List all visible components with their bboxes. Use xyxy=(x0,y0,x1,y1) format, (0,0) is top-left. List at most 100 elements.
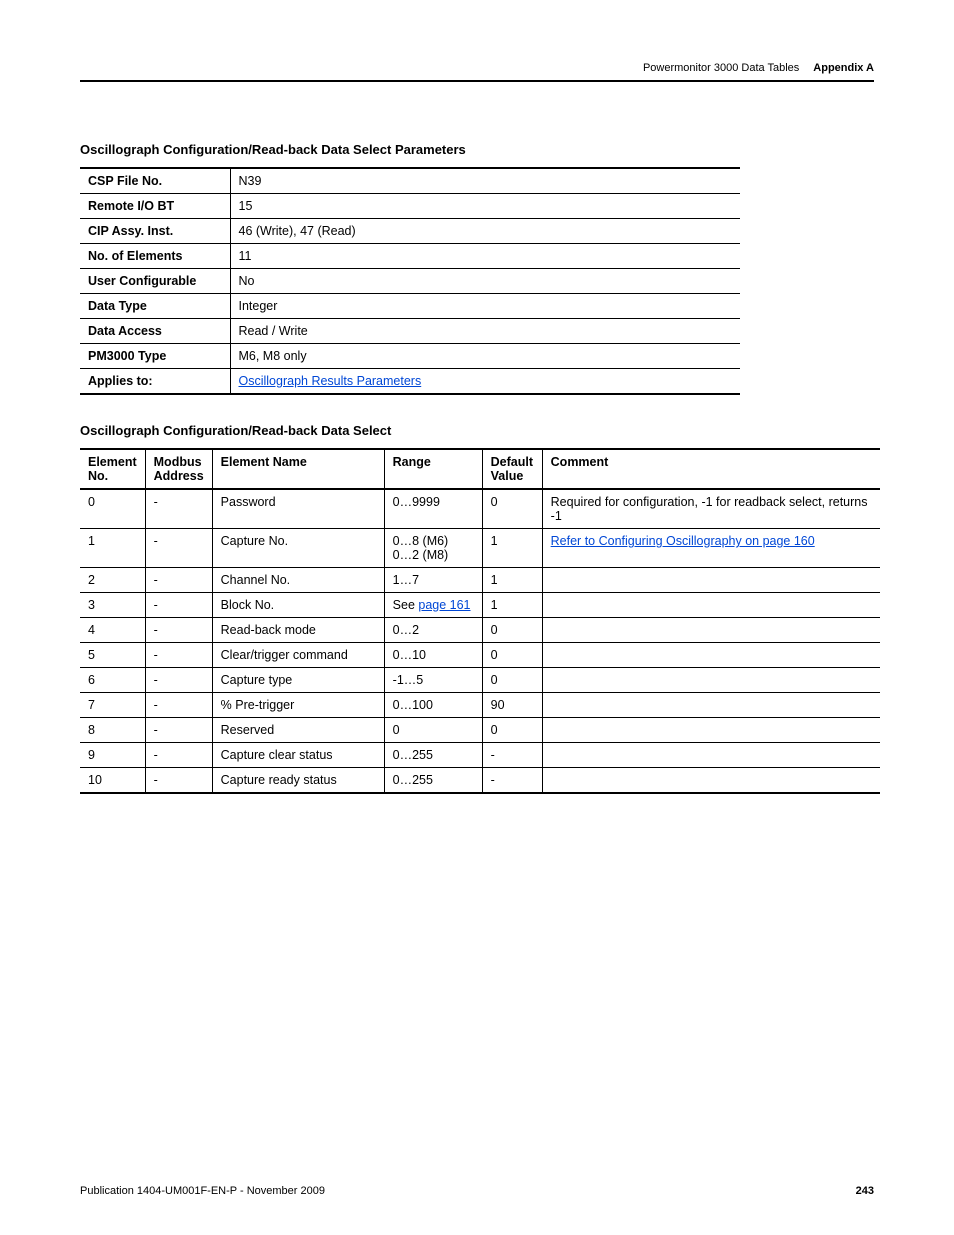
parameters-table: CSP File No.N39Remote I/O BT15CIP Assy. … xyxy=(80,167,740,395)
cell-default: 1 xyxy=(482,593,542,618)
kv-label: PM3000 Type xyxy=(80,344,230,369)
cell-element-no: 2 xyxy=(80,568,145,593)
table-row: 9-Capture clear status0…255- xyxy=(80,743,880,768)
cell-range: 0…10 xyxy=(384,643,482,668)
cell-default: 1 xyxy=(482,568,542,593)
cell-element-no: 9 xyxy=(80,743,145,768)
kv-label: CSP File No. xyxy=(80,168,230,194)
cell-element-no: 7 xyxy=(80,693,145,718)
table-row: 6-Capture type-1…50 xyxy=(80,668,880,693)
cell-element-name: Capture type xyxy=(212,668,384,693)
table-row: 8-Reserved00 xyxy=(80,718,880,743)
col-header-default: Default Value xyxy=(482,449,542,489)
section-title-data-select: Oscillograph Configuration/Read-back Dat… xyxy=(80,423,874,438)
table-row: 3-Block No.See page 1611 xyxy=(80,593,880,618)
kv-value: 11 xyxy=(230,244,740,269)
cell-element-name: Capture clear status xyxy=(212,743,384,768)
kv-label: Remote I/O BT xyxy=(80,194,230,219)
kv-value: 15 xyxy=(230,194,740,219)
cell-element-name: Clear/trigger command xyxy=(212,643,384,668)
cell-element-name: Block No. xyxy=(212,593,384,618)
kv-label: CIP Assy. Inst. xyxy=(80,219,230,244)
kv-value: No xyxy=(230,269,740,294)
cell-default: 1 xyxy=(482,529,542,568)
cell-default: - xyxy=(482,743,542,768)
cell-modbus: - xyxy=(145,768,212,794)
cell-element-name: Reserved xyxy=(212,718,384,743)
cell-modbus: - xyxy=(145,618,212,643)
cell-comment xyxy=(542,768,880,794)
table-row: 5-Clear/trigger command0…100 xyxy=(80,643,880,668)
cell-modbus: - xyxy=(145,668,212,693)
cell-element-name: Password xyxy=(212,489,384,529)
cell-modbus: - xyxy=(145,643,212,668)
col-header-range: Range xyxy=(384,449,482,489)
data-select-table: Element No. Modbus Address Element Name … xyxy=(80,448,880,794)
page-footer: Publication 1404-UM001F-EN-P - November … xyxy=(80,1185,874,1197)
cell-modbus: - xyxy=(145,693,212,718)
col-header-element-no: Element No. xyxy=(80,449,145,489)
kv-value: 46 (Write), 47 (Read) xyxy=(230,219,740,244)
col-header-comment: Comment xyxy=(542,449,880,489)
kv-link[interactable]: Oscillograph Results Parameters xyxy=(239,374,422,388)
running-header: Powermonitor 3000 Data Tables Appendix A xyxy=(80,62,874,74)
cell-range: 0…255 xyxy=(384,768,482,794)
kv-label: Applies to: xyxy=(80,369,230,395)
cell-range: 0…9999 xyxy=(384,489,482,529)
cell-default: 0 xyxy=(482,618,542,643)
cell-element-name: Capture ready status xyxy=(212,768,384,794)
cell-default: 90 xyxy=(482,693,542,718)
cell-modbus: - xyxy=(145,529,212,568)
cell-modbus: - xyxy=(145,593,212,618)
cell-element-no: 10 xyxy=(80,768,145,794)
table-row: 4-Read-back mode0…20 xyxy=(80,618,880,643)
cell-comment xyxy=(542,643,880,668)
cell-element-no: 1 xyxy=(80,529,145,568)
cell-default: - xyxy=(482,768,542,794)
cell-comment xyxy=(542,743,880,768)
header-rule xyxy=(80,80,874,82)
kv-value: Oscillograph Results Parameters xyxy=(230,369,740,395)
comment-link[interactable]: Refer to Configuring Oscillography on pa… xyxy=(551,534,815,548)
header-section: Powermonitor 3000 Data Tables xyxy=(643,62,799,74)
cell-element-name: Channel No. xyxy=(212,568,384,593)
kv-value: M6, M8 only xyxy=(230,344,740,369)
cell-default: 0 xyxy=(482,489,542,529)
cell-default: 0 xyxy=(482,718,542,743)
kv-value: Read / Write xyxy=(230,319,740,344)
cell-element-name: Read-back mode xyxy=(212,618,384,643)
cell-element-no: 8 xyxy=(80,718,145,743)
cell-comment xyxy=(542,618,880,643)
cell-comment xyxy=(542,593,880,618)
kv-value: N39 xyxy=(230,168,740,194)
cell-comment xyxy=(542,718,880,743)
col-header-element-name: Element Name xyxy=(212,449,384,489)
table-row: 0-Password0…99990Required for configurat… xyxy=(80,489,880,529)
cell-element-no: 0 xyxy=(80,489,145,529)
cell-comment xyxy=(542,668,880,693)
cell-element-name: % Pre-trigger xyxy=(212,693,384,718)
cell-comment xyxy=(542,693,880,718)
cell-range: 0…2 xyxy=(384,618,482,643)
kv-label: User Configurable xyxy=(80,269,230,294)
range-link[interactable]: page 161 xyxy=(418,598,470,612)
cell-comment: Required for configuration, -1 for readb… xyxy=(542,489,880,529)
kv-label: No. of Elements xyxy=(80,244,230,269)
header-chapter: Appendix A xyxy=(813,62,874,74)
cell-modbus: - xyxy=(145,568,212,593)
footer-page-number: 243 xyxy=(856,1185,874,1197)
cell-range: 0 xyxy=(384,718,482,743)
table-row: 2-Channel No.1…71 xyxy=(80,568,880,593)
cell-element-no: 5 xyxy=(80,643,145,668)
cell-default: 0 xyxy=(482,668,542,693)
cell-comment xyxy=(542,568,880,593)
cell-element-no: 3 xyxy=(80,593,145,618)
footer-publication: Publication 1404-UM001F-EN-P - November … xyxy=(80,1185,325,1197)
cell-modbus: - xyxy=(145,743,212,768)
cell-range: 0…8 (M6) 0…2 (M8) xyxy=(384,529,482,568)
cell-range: 1…7 xyxy=(384,568,482,593)
table-row: 7-% Pre-trigger0…10090 xyxy=(80,693,880,718)
cell-range: 0…255 xyxy=(384,743,482,768)
col-header-modbus: Modbus Address xyxy=(145,449,212,489)
table-row: 1-Capture No.0…8 (M6) 0…2 (M8)1Refer to … xyxy=(80,529,880,568)
